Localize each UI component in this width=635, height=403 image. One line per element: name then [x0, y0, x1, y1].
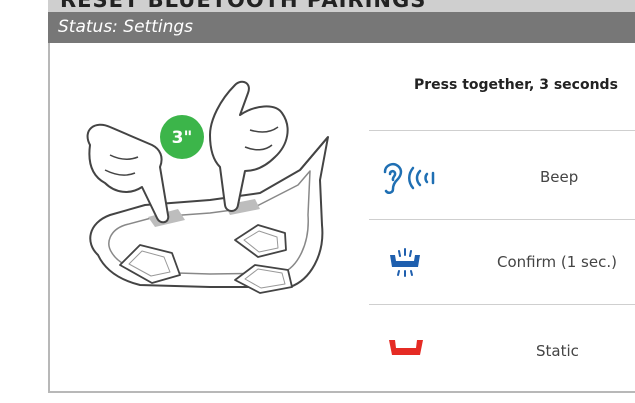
left-hand-icon: [86, 123, 170, 224]
ear-beep-icon: [383, 163, 435, 194]
instruction-text: Press together, 3 seconds: [414, 77, 618, 93]
row-label-beep: Beep: [540, 168, 579, 186]
divider: [369, 304, 635, 305]
row-label-static: Static: [536, 342, 579, 360]
status-text: Status: Settings: [58, 17, 194, 37]
row-label-confirm: Confirm (1 sec.): [497, 253, 617, 271]
page-title: RESET BLUETOOTH PAIRINGS: [60, 0, 427, 12]
led-blink-blue-icon: [390, 248, 420, 277]
title-bar: RESET BLUETOOTH PAIRINGS: [48, 0, 635, 12]
divider: [369, 219, 635, 220]
led-static-red-icon: [389, 340, 423, 355]
device-illustration: 3": [86, 80, 329, 294]
divider: [369, 130, 635, 131]
timer-badge-label: 3": [172, 128, 193, 148]
status-bar: Status: Settings: [48, 12, 635, 43]
